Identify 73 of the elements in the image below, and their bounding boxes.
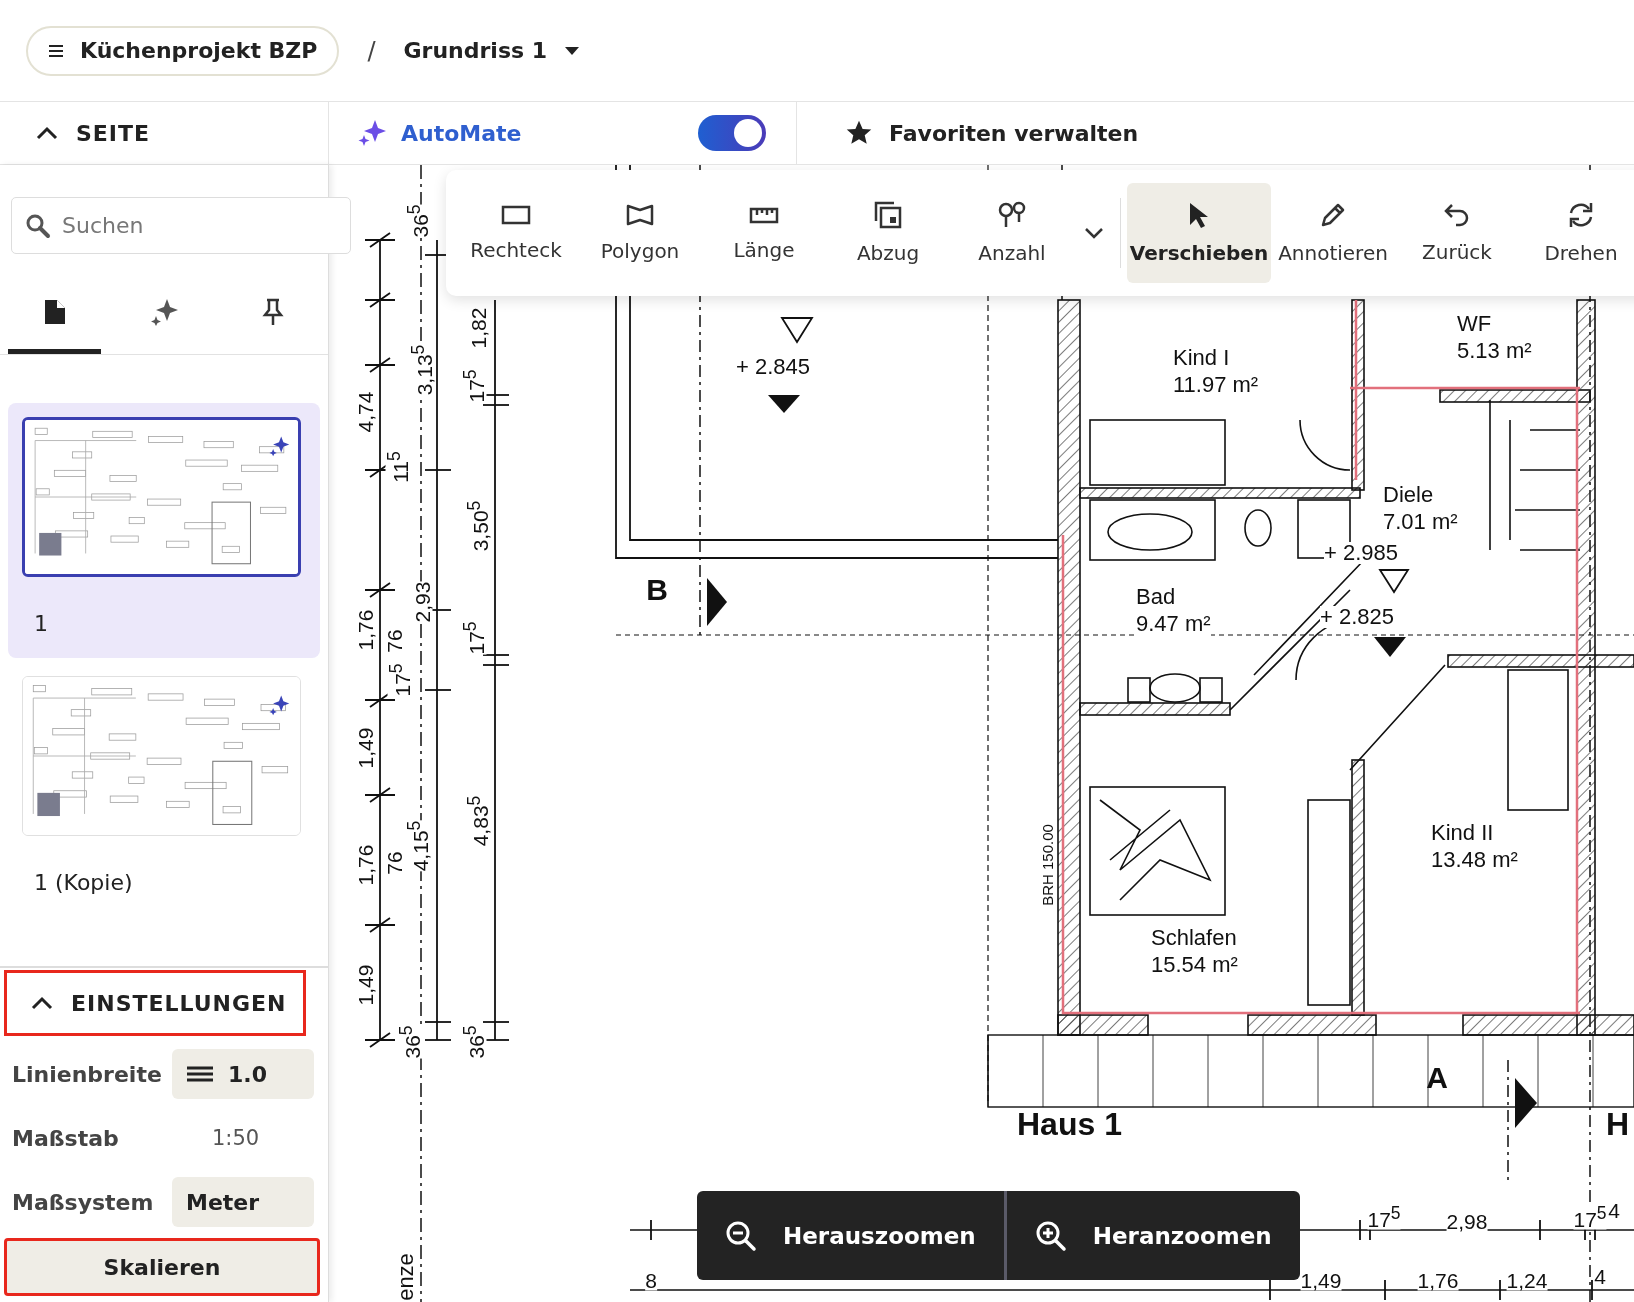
automate-toggle[interactable] <box>698 115 766 151</box>
plan-note: BRH 150.00 <box>1039 824 1055 906</box>
search-icon <box>25 213 51 239</box>
star-icon <box>845 119 873 147</box>
room-name: WF <box>1457 310 1493 337</box>
overlapping-squares-icon <box>874 201 902 229</box>
caret-icon <box>565 46 580 55</box>
sparkle-icon <box>357 118 387 148</box>
level-label: + 2.985 <box>1324 542 1398 564</box>
polygon-icon <box>625 203 655 227</box>
tool-button[interactable]: Verschieben <box>1127 183 1271 283</box>
tool-button[interactable]: Zurück <box>1395 183 1519 283</box>
level-label: + 2.825 <box>1320 606 1394 628</box>
tool-button[interactable]: Polygon <box>578 183 702 283</box>
chevron-icon <box>1084 227 1104 239</box>
dimension-label: 17$^{5}$ <box>1367 1204 1401 1230</box>
chevron-icon <box>31 996 53 1010</box>
page-dropdown[interactable]: Grundriss 1 <box>403 38 580 63</box>
scale-button[interactable]: Skalieren <box>4 1238 320 1296</box>
search-field[interactable]: Suchen <box>11 197 351 254</box>
house-label: Haus 1 <box>1017 1108 1122 1140</box>
section-marker: B <box>646 575 668 605</box>
pin-icon <box>262 297 285 326</box>
tool-button[interactable]: Drehen <box>1519 183 1634 283</box>
settings-toggle[interactable]: EINSTELLUNGEN <box>4 970 306 1036</box>
plan-note: enze <box>395 1253 417 1301</box>
zoom-in-icon <box>1034 1219 1067 1252</box>
zoom-out-icon <box>725 1219 757 1252</box>
pen-icon <box>1319 201 1347 229</box>
document-icon <box>42 297 67 326</box>
page-item[interactable]: 1 <box>8 403 320 658</box>
project-menu-button[interactable]: Küchenprojekt BZP <box>26 25 340 76</box>
rotate-icon <box>1567 201 1595 229</box>
room-name: Kind II <box>1431 819 1495 846</box>
setting-dropdown[interactable]: Meter <box>172 1177 314 1227</box>
room-area: 5.13 m² <box>1457 337 1532 364</box>
page-item[interactable]: 1 (Kopie) <box>8 662 320 917</box>
setting-label: Maßsystem <box>12 1189 154 1215</box>
setting-label: Linienbreite <box>12 1061 162 1087</box>
undo-icon <box>1443 202 1471 228</box>
rectangle-icon <box>501 204 531 226</box>
automate-label: AutoMate <box>401 120 523 146</box>
room-name: Bad <box>1136 583 1177 610</box>
tool-button[interactable]: Annotieren <box>1271 183 1395 283</box>
dimension-label: 17$^{5}$ <box>1573 1204 1607 1230</box>
tool-button[interactable]: Anzahl <box>950 183 1074 283</box>
setting-dropdown[interactable]: 1.0 <box>172 1049 314 1099</box>
tool-button[interactable]: Abzug <box>826 183 950 283</box>
chevron-icon <box>36 126 58 140</box>
house-label: H <box>1606 1108 1630 1140</box>
setting-label: Maßstab <box>12 1125 119 1151</box>
line-width-icon <box>186 1065 214 1083</box>
setting-value: 1:50 <box>211 1126 261 1150</box>
favorites-button[interactable]: Favoriten verwalten <box>797 102 1139 164</box>
zoom-button[interactable]: Herauszoomen <box>697 1191 1004 1280</box>
tool-button[interactable]: Länge <box>702 183 826 283</box>
room-area: 11.97 m² <box>1173 371 1259 398</box>
menu-icon <box>48 43 64 58</box>
room-name: Kind I <box>1173 344 1231 371</box>
room-name: Schlafen <box>1151 924 1238 951</box>
room-area: 13.48 m² <box>1431 846 1518 873</box>
sparkle-icon <box>268 435 290 457</box>
room-area: 15.54 m² <box>1151 951 1238 978</box>
breadcrumb-separator: / <box>367 36 376 65</box>
sparkle-icon <box>268 694 290 716</box>
zoom-button[interactable]: Heranzoomen <box>1003 1191 1300 1280</box>
room-area: 7.01 m² <box>1383 508 1458 535</box>
pins-icon <box>997 201 1027 229</box>
tool-button[interactable]: Rechteck <box>454 183 578 283</box>
room-area: 9.47 m² <box>1136 610 1211 637</box>
room-name: Diele <box>1383 481 1435 508</box>
section-marker: A <box>1426 1063 1448 1093</box>
page-panel-toggle[interactable]: SEITE <box>0 102 329 164</box>
